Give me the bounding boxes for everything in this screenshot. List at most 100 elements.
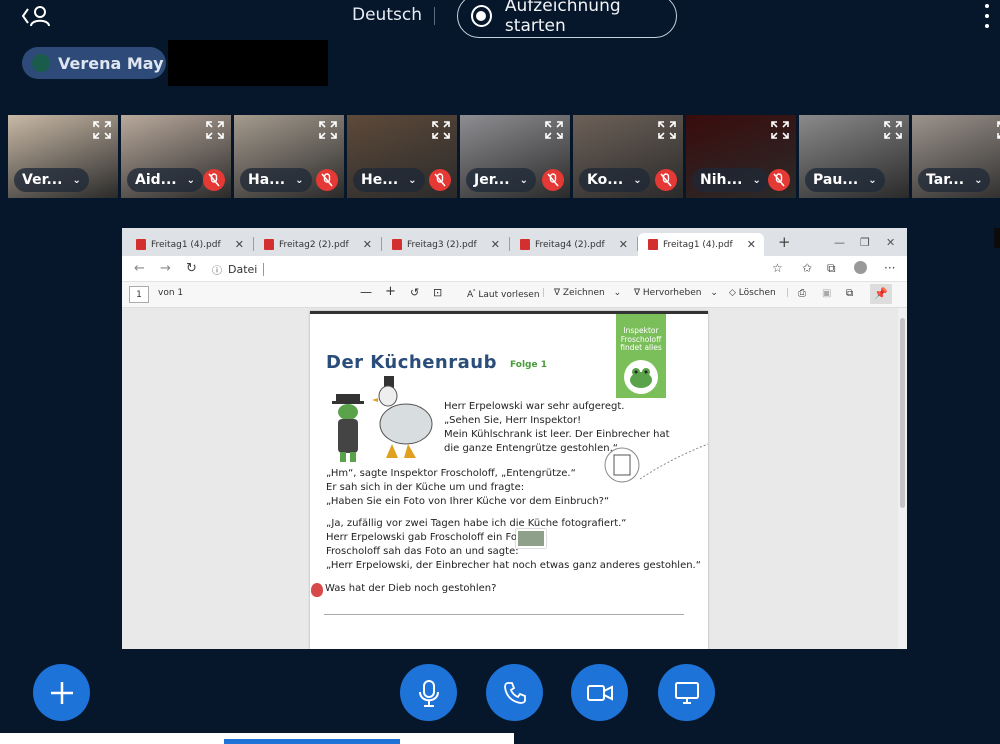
- collections-icon[interactable]: ⧉: [827, 261, 836, 276]
- frog-detective-illustration: [332, 394, 364, 462]
- browser-tab[interactable]: Freitag2 (2).pdf ✕: [254, 233, 380, 256]
- zoom-in-icon[interactable]: +: [385, 284, 396, 299]
- tab-label: Freitag1 (4).pdf: [663, 239, 733, 250]
- fullscreen-icon[interactable]: [544, 120, 564, 140]
- text-line: „Ja, zufällig vor zwei Tagen habe ich di…: [326, 518, 627, 529]
- settings-more-icon[interactable]: ···: [884, 261, 895, 275]
- participant-tile[interactable]: Ha... ⌄: [234, 115, 344, 198]
- participant-name-menu[interactable]: Jer... ⌄: [466, 168, 536, 192]
- screen-share-button[interactable]: [658, 664, 715, 721]
- presenter-pill[interactable]: Verena May: [22, 47, 166, 79]
- tab-label: Freitag3 (2).pdf: [407, 239, 477, 250]
- participant-name-menu[interactable]: Ha... ⌄: [240, 168, 312, 192]
- close-tab-icon[interactable]: ✕: [747, 238, 756, 251]
- fullscreen-icon[interactable]: [996, 120, 1000, 140]
- save-as-icon[interactable]: ⧉: [846, 288, 853, 299]
- phone-button[interactable]: [486, 664, 543, 721]
- language-selector[interactable]: Deutsch: [352, 5, 422, 25]
- url-divider: [263, 262, 265, 276]
- fullscreen-icon[interactable]: [205, 120, 225, 140]
- participant-tile[interactable]: Aid... ⌄: [121, 115, 231, 198]
- participant-name-menu[interactable]: Pau... ⌄: [805, 168, 885, 192]
- profile-icon[interactable]: [854, 261, 867, 274]
- participant-name-menu[interactable]: Ver... ⌄: [14, 168, 89, 192]
- browser-tab[interactable]: Freitag3 (2).pdf ✕: [382, 233, 508, 256]
- print-icon[interactable]: ⎙: [798, 288, 806, 299]
- rotate-icon[interactable]: ↺: [410, 286, 419, 299]
- favorite-star-icon[interactable]: ☆: [772, 261, 783, 275]
- badge-text: Inspektor Froscholoff findet alles: [620, 326, 662, 353]
- inspector-badge: Inspektor Froscholoff findet alles: [616, 314, 666, 398]
- chevron-down-icon: ⌄: [519, 174, 528, 186]
- microphone-button[interactable]: [400, 664, 457, 721]
- fullscreen-icon[interactable]: [770, 120, 790, 140]
- participant-tile[interactable]: Pau... ⌄: [799, 115, 909, 198]
- highlight-button[interactable]: ∇ Hervorheben ⌄: [634, 288, 718, 298]
- close-tab-icon[interactable]: ✕: [491, 238, 500, 251]
- minimize-icon[interactable]: —: [834, 236, 845, 249]
- tab-label: Freitag1 (4).pdf: [151, 239, 221, 250]
- participant-video-strip: Ver... ⌄ Aid... ⌄ Ha... ⌄ He... ⌄ Jer... ⌄ Ko... ⌄ N…: [8, 115, 1000, 198]
- photo-icon: [516, 529, 546, 548]
- browser-tab[interactable]: Freitag1 (4).pdf ✕: [126, 233, 252, 256]
- restore-icon[interactable]: ❐: [860, 236, 870, 249]
- refresh-icon[interactable]: ↻: [186, 261, 197, 276]
- answer-line: [324, 614, 684, 615]
- fit-page-icon[interactable]: ⊡: [433, 286, 442, 299]
- browser-tabs: + — ❐ ✕ Freitag1 (4).pdf ✕ Freitag2 (2).pd…: [122, 228, 907, 256]
- close-tab-icon[interactable]: ✕: [363, 238, 372, 251]
- fullscreen-icon[interactable]: [431, 120, 451, 140]
- muted-microphone-icon: [655, 169, 677, 191]
- browser-tab[interactable]: Freitag4 (2).pdf ✕: [510, 233, 636, 256]
- url-field[interactable]: ⓘ Datei: [212, 259, 782, 279]
- fullscreen-icon[interactable]: [883, 120, 903, 140]
- duck-illustration: [372, 376, 433, 458]
- close-tab-icon[interactable]: ✕: [235, 238, 244, 251]
- episode-label: Folge 1: [510, 360, 547, 370]
- forward-icon[interactable]: →: [160, 261, 171, 276]
- browser-tab[interactable]: Freitag1 (4).pdf ✕: [638, 233, 764, 256]
- back-icon[interactable]: ←: [134, 261, 145, 276]
- save-icon[interactable]: ▣: [822, 288, 831, 299]
- close-window-icon[interactable]: ✕: [886, 236, 895, 249]
- participant-tile[interactable]: Ver... ⌄: [8, 115, 118, 198]
- more-options-icon[interactable]: [982, 4, 992, 28]
- participant-name-menu[interactable]: Tar... ⌄: [918, 168, 991, 192]
- muted-microphone-icon: [429, 169, 451, 191]
- actions-button[interactable]: [33, 664, 90, 721]
- participant-tile[interactable]: Ko... ⌄: [573, 115, 683, 198]
- zoom-out-icon[interactable]: —: [360, 285, 372, 299]
- pdf-file-icon: [264, 239, 274, 250]
- divider: [434, 7, 435, 25]
- pdf-scrollbar[interactable]: [898, 308, 907, 649]
- fullscreen-icon[interactable]: [318, 120, 338, 140]
- erase-button[interactable]: ◇ Löschen: [729, 288, 776, 298]
- draw-button[interactable]: ∇ Zeichnen ⌄: [554, 288, 621, 298]
- close-tab-icon[interactable]: ✕: [619, 238, 628, 251]
- fullscreen-icon[interactable]: [92, 120, 112, 140]
- participant-name-menu[interactable]: Aid... ⌄: [127, 168, 204, 192]
- participant-name: Aid...: [135, 172, 177, 188]
- leave-button[interactable]: [20, 4, 56, 28]
- chevron-down-icon: ⌄: [72, 174, 81, 186]
- participant-name-menu[interactable]: Nih... ⌄: [692, 168, 769, 192]
- participant-tile[interactable]: Tar... ⌄: [912, 115, 1000, 198]
- camera-button[interactable]: [571, 664, 628, 721]
- participant-tile[interactable]: Jer... ⌄: [460, 115, 570, 198]
- chevron-down-icon: ⌄: [974, 174, 983, 186]
- read-aloud-button[interactable]: Aᵃ Laut vorlesen: [467, 288, 540, 300]
- chevron-down-icon: ⌄: [186, 174, 196, 186]
- page-number-input[interactable]: 1: [129, 286, 149, 303]
- new-tab-icon[interactable]: +: [778, 233, 791, 251]
- participant-name-menu[interactable]: Ko... ⌄: [579, 168, 650, 192]
- fullscreen-icon[interactable]: [657, 120, 677, 140]
- favorites-icon[interactable]: ✩: [802, 261, 812, 275]
- participant-name-menu[interactable]: He... ⌄: [353, 168, 425, 192]
- start-recording-button[interactable]: Aufzeichnung starten: [457, 0, 677, 38]
- text-line: Herr Erpelowski war sehr aufgeregt.: [444, 401, 625, 412]
- participant-tile[interactable]: He... ⌄: [347, 115, 457, 198]
- pin-icon[interactable]: 📌: [870, 284, 892, 304]
- participant-tile[interactable]: Nih... ⌄: [686, 115, 796, 198]
- ladybug-icon: [311, 583, 323, 597]
- fridge-sketch: [604, 443, 709, 483]
